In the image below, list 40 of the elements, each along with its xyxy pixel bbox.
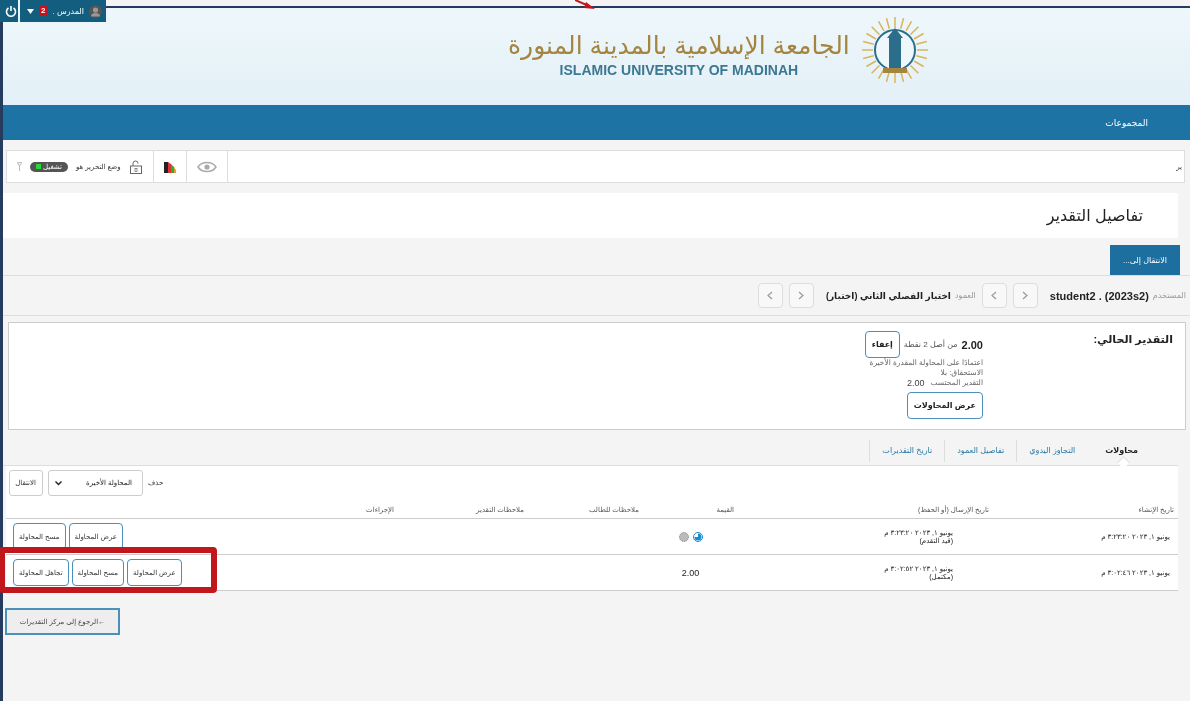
tab[interactable]: تفاصيل العمود — [944, 439, 1017, 462]
university-name-arabic: الجامعة الإسلامية بالمدينة المنورة — [508, 30, 850, 62]
grade-value: 2.00 — [681, 567, 700, 578]
column-value: اختبار الفصلي الثاني (اختبار) — [825, 290, 951, 301]
previous-button[interactable] — [981, 283, 1007, 308]
groups-link[interactable]: المجموعات — [1105, 117, 1148, 128]
user-value: student2 . (2023s2) — [1049, 289, 1149, 302]
user-label: المستخدم — [1152, 291, 1186, 300]
palette-icon[interactable] — [163, 160, 176, 173]
annotation-arrow — [575, 0, 597, 10]
view-attempts-button[interactable]: عرض المحاولات — [906, 392, 983, 419]
chevron-right-icon — [798, 291, 805, 300]
notification-badge[interactable]: 2 — [39, 6, 48, 16]
previous-button[interactable] — [757, 283, 783, 308]
grade-score: 2.00 — [961, 338, 983, 351]
calculated-grade-value: 2.00 — [906, 378, 925, 388]
avatar-icon[interactable] — [89, 4, 102, 18]
chevron-left-icon — [767, 291, 774, 300]
current-grade-heading: التقدير الحالي: — [1092, 333, 1173, 348]
column-label: العمود — [954, 291, 976, 300]
in-progress-icon — [692, 531, 703, 542]
user-name[interactable]: المدرس . — [52, 6, 84, 16]
tab[interactable]: التجاوز اليدوي — [1016, 439, 1088, 462]
needs-grading-icon — [678, 531, 689, 542]
eye-icon[interactable] — [196, 160, 217, 173]
next-button[interactable] — [788, 283, 814, 308]
unlock-icon[interactable] — [128, 159, 143, 174]
caret-icon — [55, 480, 62, 486]
pin-icon[interactable] — [17, 162, 22, 171]
next-button[interactable] — [1012, 283, 1038, 308]
grade-out-of: من أصل 2 نقطة — [903, 340, 958, 349]
page-title: تفاصيل التقدير — [1046, 206, 1143, 225]
jump-to-button[interactable]: الانتقال إلى... — [1110, 245, 1180, 275]
tab[interactable]: تاريخ التقديرات — [869, 439, 945, 462]
chevron-right-icon — [1022, 291, 1029, 300]
caret-icon[interactable] — [27, 8, 34, 14]
university-name-english: ISLAMIC UNIVERSITY OF MADINAH — [559, 62, 799, 78]
power-icon[interactable] — [5, 5, 17, 17]
chevron-left-icon — [991, 291, 998, 300]
exempt-button[interactable]: إعفاء — [864, 331, 900, 358]
